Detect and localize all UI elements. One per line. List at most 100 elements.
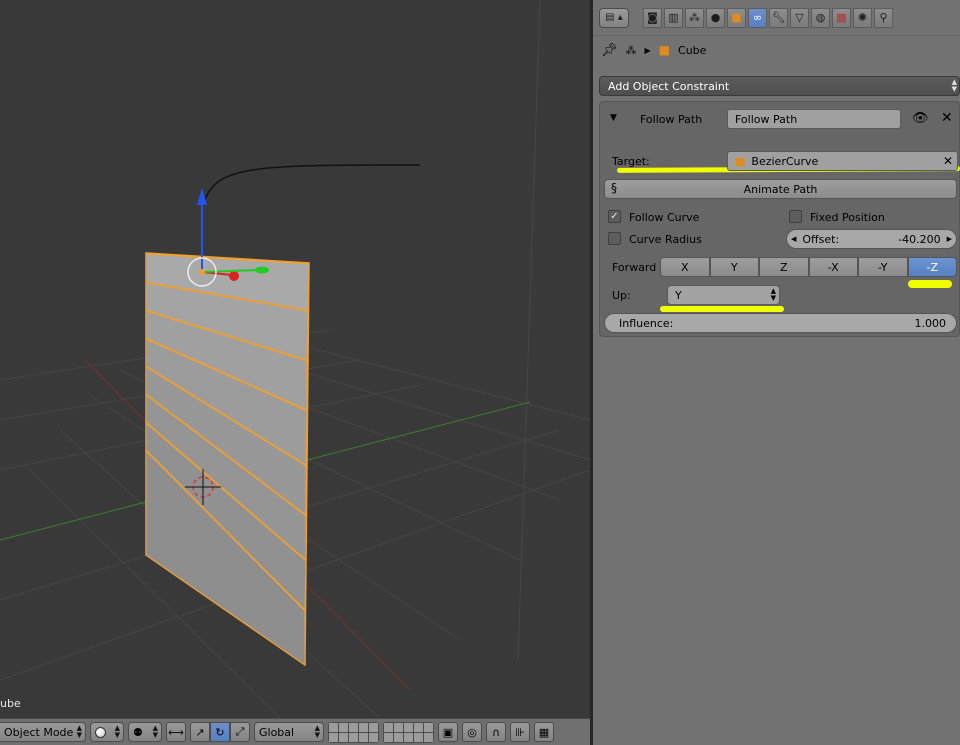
breadcrumb-object-name: Cube bbox=[678, 43, 707, 57]
translate-mode-button[interactable]: ↗ bbox=[190, 722, 210, 742]
offset-decrement-icon[interactable]: ◀ bbox=[791, 235, 796, 243]
physics-tab[interactable]: ⚲ bbox=[874, 7, 893, 28]
particles-icon: ✺ bbox=[857, 11, 868, 24]
scale-icon: ⤢ bbox=[235, 725, 245, 738]
shading-select[interactable]: ▲ ▼ bbox=[90, 722, 124, 742]
forward-axis-x-label: X bbox=[680, 260, 689, 274]
proportional-edit-button[interactable]: ◎ bbox=[462, 722, 482, 742]
forward-axis-neg-y-button[interactable]: -Y bbox=[858, 257, 908, 277]
up-axis-arrows-icon: ▲ ▼ bbox=[770, 287, 776, 302]
mode-select-arrows-icon: ▲ ▼ bbox=[76, 724, 82, 739]
offset-increment-icon[interactable]: ▶ bbox=[947, 235, 952, 243]
bezier-target-icon: ■ bbox=[735, 154, 746, 168]
manipulator-toggle-button[interactable]: ⟷ bbox=[166, 722, 186, 742]
constraint-name-field[interactable]: Follow Path bbox=[727, 109, 901, 129]
bezier-curve[interactable] bbox=[202, 164, 421, 206]
follow-curve-checkbox[interactable]: ✓ bbox=[608, 210, 621, 223]
camera-icon: ◙ bbox=[647, 11, 658, 24]
data-tab[interactable]: ▽ bbox=[790, 7, 809, 28]
shading-select-arrows-icon: ▲ ▼ bbox=[114, 724, 120, 739]
collapse-triangle-icon[interactable]: ▼ bbox=[610, 113, 617, 123]
texture-icon: ▩ bbox=[836, 11, 847, 24]
influence-value: 1.000 bbox=[914, 316, 947, 330]
forward-axis-x-button[interactable]: X bbox=[660, 257, 710, 277]
editor-type-select[interactable]: ▤ ▴ bbox=[599, 7, 629, 28]
lock-layers-button[interactable]: ▣ bbox=[438, 722, 458, 742]
pivot-icon: ⚉ bbox=[133, 725, 143, 739]
scale-mode-button[interactable]: ⤢ bbox=[230, 722, 250, 742]
layers-group-1[interactable] bbox=[328, 721, 379, 743]
influence-slider[interactable]: Influence: 1.000 bbox=[604, 313, 957, 333]
rotate-mode-button[interactable]: ↻ bbox=[210, 722, 230, 742]
world-icon: ● bbox=[710, 11, 721, 24]
layers-group-2[interactable] bbox=[383, 721, 434, 743]
forward-axis-neg-z-label: -Z bbox=[926, 260, 938, 274]
up-highlight-mark bbox=[660, 306, 784, 312]
offset-field[interactable]: ◀ Offset: -40.200 ▶ bbox=[786, 229, 957, 249]
mode-select[interactable]: Object Mode ▲ ▼ bbox=[0, 722, 86, 742]
transform-manipulator[interactable] bbox=[187, 188, 269, 287]
orientation-select[interactable]: Global ▲ ▼ bbox=[254, 722, 324, 742]
render-tab[interactable]: ◙ bbox=[643, 7, 662, 28]
viewport-header: Object Mode ▲ ▼ ▲ ▼ ⚉ ▲ ▼ ⟷ ↗ ↻ ⤢ Global ▲ ▼ bbox=[0, 718, 590, 745]
target-value: BezierCurve bbox=[751, 154, 819, 168]
add-constraint-arrows-icon: ▲ ▼ bbox=[951, 78, 957, 93]
pivot-select[interactable]: ⚉ ▲ ▼ bbox=[128, 722, 162, 742]
texture-tab[interactable]: ▩ bbox=[832, 7, 851, 28]
object-cube-icon: ■ bbox=[658, 43, 671, 57]
add-constraint-row: Add Object Constraint ▲ ▼ bbox=[599, 76, 960, 96]
particles-tab[interactable]: ✺ bbox=[853, 7, 872, 28]
fixed-position-label: Fixed Position bbox=[810, 211, 885, 224]
object-tab[interactable]: ■ bbox=[727, 7, 746, 28]
cube-object[interactable] bbox=[145, 252, 310, 667]
world-tab[interactable]: ● bbox=[706, 7, 725, 28]
scene-icon: ⁂ bbox=[689, 11, 700, 24]
offset-label: Offset: bbox=[802, 232, 840, 246]
object-cube-icon: ■ bbox=[731, 11, 742, 24]
magnet-icon: ∩ bbox=[491, 725, 501, 739]
target-label: Target: bbox=[612, 155, 650, 168]
constraints-tab[interactable]: ∞ bbox=[748, 7, 767, 28]
scene-tab[interactable]: ⁂ bbox=[685, 7, 704, 28]
pivot-select-arrows-icon: ▲ ▼ bbox=[152, 724, 158, 739]
mesh-data-icon: ▽ bbox=[795, 11, 804, 24]
eye-icon[interactable]: 👁︎ bbox=[912, 111, 929, 126]
3d-viewport[interactable]: ube bbox=[0, 0, 590, 718]
properties-tabs: ▤ ▴ ◙ ▥ ⁂ ● ■ ∞ 🔧︎ ▽ ◍ ▩ ✺ ⚲ bbox=[593, 0, 960, 36]
up-axis-select[interactable]: Y ▲ ▼ bbox=[667, 285, 780, 305]
target-field[interactable]: ■ BezierCurve ✕ bbox=[727, 151, 958, 171]
mode-select-label: Object Mode bbox=[4, 725, 74, 739]
constraint-chain-icon: ∞ bbox=[752, 11, 763, 24]
pin-icon[interactable]: 📌︎ bbox=[601, 43, 618, 58]
fixed-position-checkbox[interactable] bbox=[789, 210, 802, 223]
animate-path-button[interactable]: § Animate Path bbox=[604, 179, 957, 199]
animate-path-label: Animate Path bbox=[743, 182, 818, 196]
forward-axis-neg-z-button[interactable]: -Z bbox=[907, 257, 957, 277]
forward-axis-z-button[interactable]: Z bbox=[759, 257, 809, 277]
curve-radius-checkbox[interactable] bbox=[608, 232, 621, 245]
opengl-render-button[interactable]: ▦ bbox=[534, 722, 554, 742]
remove-constraint-icon[interactable]: ✕ bbox=[941, 110, 953, 126]
snap-element-button[interactable]: ⊪ bbox=[510, 722, 530, 742]
follow-curve-label: Follow Curve bbox=[629, 211, 700, 224]
scene-context-icon: ⁂ bbox=[625, 43, 637, 57]
manipulator-icon: ⟷ bbox=[168, 725, 184, 739]
modifiers-tab[interactable]: 🔧︎ bbox=[769, 7, 788, 28]
forward-axis-y-button[interactable]: Y bbox=[709, 257, 759, 277]
constraint-name-value: Follow Path bbox=[735, 112, 798, 126]
render-layers-tab[interactable]: ▥ bbox=[664, 7, 683, 28]
material-tab[interactable]: ◍ bbox=[811, 7, 830, 28]
forward-axis-group: X Y Z -X -Y -Z bbox=[660, 257, 957, 277]
forward-axis-neg-x-button[interactable]: -X bbox=[808, 257, 858, 277]
viewport-scene bbox=[0, 0, 590, 718]
breadcrumb-arrow-icon: ▶ bbox=[644, 45, 651, 55]
breadcrumb: 📌︎ ⁂ ▶ ■ Cube bbox=[601, 40, 706, 60]
neg-z-highlight-mark bbox=[908, 280, 952, 288]
clear-target-icon[interactable]: ✕ bbox=[943, 154, 953, 168]
snap-toggle-button[interactable]: ∩ bbox=[486, 722, 506, 742]
properties-editor: ▤ ▴ ◙ ▥ ⁂ ● ■ ∞ 🔧︎ ▽ ◍ ▩ ✺ ⚲ 📌︎ ⁂ ▶ ■ Cu… bbox=[593, 0, 960, 745]
add-constraint-dropdown[interactable]: Add Object Constraint ▲ ▼ bbox=[599, 76, 960, 96]
manipulator-modes: ↗ ↻ ⤢ bbox=[190, 722, 250, 742]
offset-value: -40.200 bbox=[898, 232, 941, 246]
orientation-select-label: Global bbox=[259, 725, 295, 739]
